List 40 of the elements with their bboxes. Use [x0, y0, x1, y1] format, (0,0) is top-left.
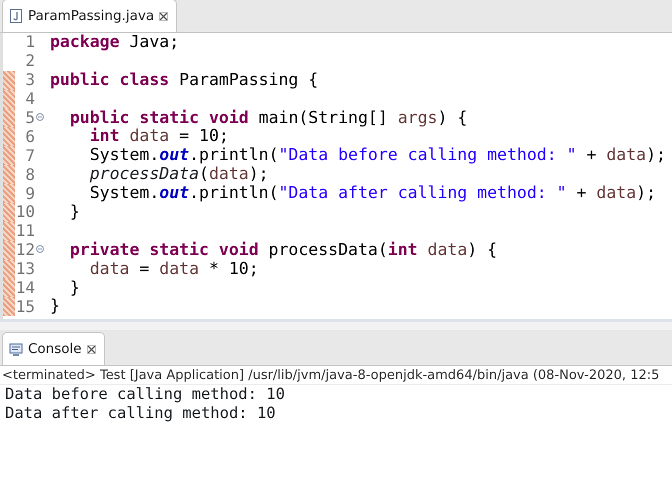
console-status: <terminated> Test [Java Application] /usr/lib/jvm/java-8-openjdk-amd64/bin/java (08-Nov-2020, 12:5	[0, 366, 672, 385]
console-output-line: Data before calling method: 10	[4, 385, 286, 404]
code-line: }	[68, 203, 81, 222]
console-icon	[9, 341, 23, 357]
editor-tab[interactable]: ParamPassing.java	[2, 0, 178, 32]
code-line: public class ParamPassing {	[50, 70, 320, 90]
code-line: System.out.println("Data after calling method: " + data);	[88, 184, 658, 204]
line-number: 2	[24, 53, 35, 70]
code-line: public static void main(String[] args) {	[68, 108, 468, 128]
close-icon[interactable]	[86, 344, 96, 354]
editor-tab[interactable]: Console	[2, 332, 105, 365]
code-line: System.out.println("Data before calling method: " + data);	[88, 146, 666, 166]
collapse-icon[interactable]	[36, 112, 44, 121]
line-number: 11	[15, 223, 35, 240]
close-icon[interactable]	[159, 12, 168, 20]
code-line: int data = 10;	[90, 127, 230, 146]
line-number: 13	[15, 261, 35, 278]
line-number: 14	[15, 280, 35, 296]
code-line: data = data * 10;	[88, 260, 260, 279]
line-number: 1	[24, 34, 35, 50]
code-line: private static void processData(int data) {	[68, 240, 498, 260]
line-number: 4	[24, 91, 35, 108]
line-number: 7	[24, 148, 35, 164]
line-number: 9	[24, 186, 35, 202]
code-line: package Java;	[50, 33, 180, 52]
code-line: }	[68, 278, 81, 298]
line-number: 3	[24, 72, 35, 88]
console-output-line: Data after calling method: 10	[4, 404, 277, 423]
line-number: 12	[15, 242, 35, 258]
file-icon	[9, 8, 23, 24]
line-number: 5	[24, 110, 35, 126]
collapse-icon[interactable]	[36, 245, 44, 254]
line-number: 8	[24, 166, 35, 183]
tab-title: ParamPassing.java	[28, 6, 154, 26]
code-line: processData(data);	[88, 165, 270, 184]
line-number: 6	[24, 128, 35, 145]
tab-title: Console	[28, 340, 82, 359]
code-line: }	[50, 297, 61, 316]
line-number: 10	[15, 204, 35, 220]
line-number: 15	[15, 298, 35, 315]
